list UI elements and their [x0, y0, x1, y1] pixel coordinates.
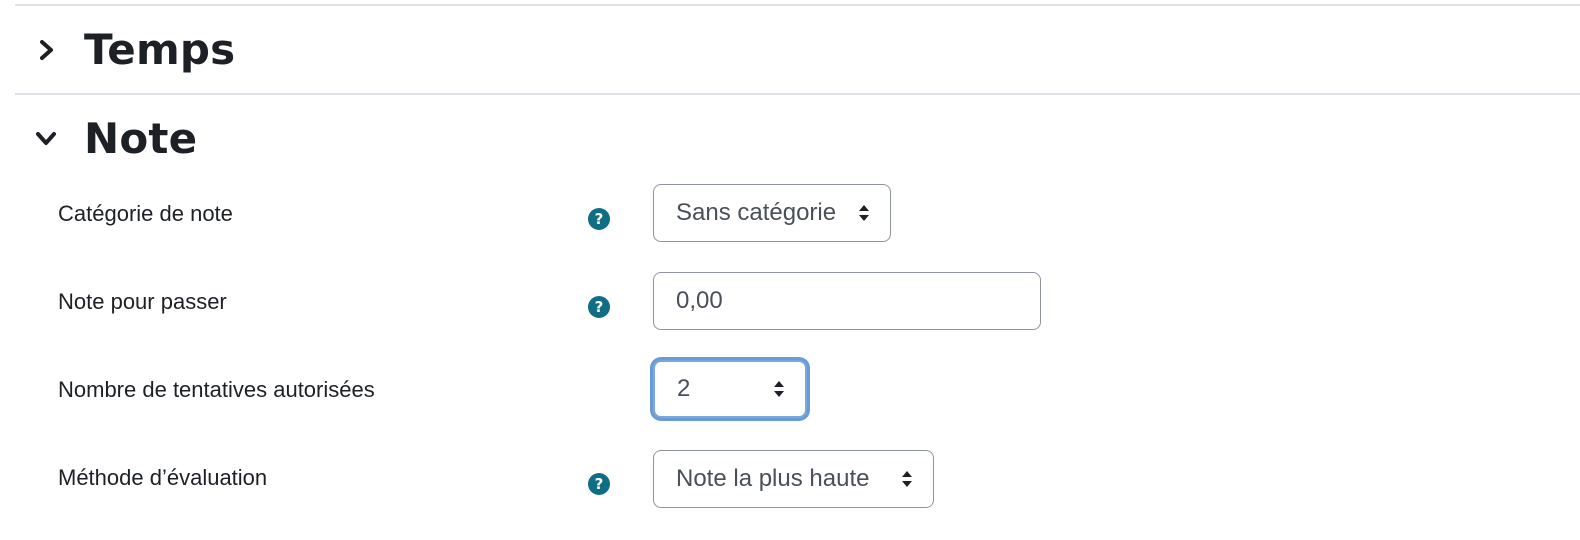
chevron-right-icon[interactable]: [30, 34, 62, 66]
grade-category-label: Catégorie de note: [58, 201, 233, 226]
chevron-down-icon[interactable]: [30, 123, 62, 155]
grade-category-select[interactable]: Sans catégorie: [653, 184, 891, 242]
form-row-grade-category: Catégorie de note ? Sans catégorie: [0, 184, 1580, 246]
form-row-grading-method: Méthode d’évaluation ? Note la plus haut…: [0, 450, 1580, 512]
pass-grade-value: 0,00: [676, 287, 723, 314]
section-title-note[interactable]: Note: [84, 114, 197, 163]
top-divider: [15, 4, 1580, 6]
help-icon[interactable]: ?: [588, 473, 610, 495]
grading-method-label: Méthode d’évaluation: [58, 465, 268, 490]
select-arrows-icon: [774, 381, 784, 397]
pass-grade-label: Note pour passer: [58, 289, 227, 314]
section-header-note[interactable]: Note: [30, 114, 197, 163]
form-row-pass-grade: Note pour passer ? 0,00: [0, 272, 1580, 334]
grading-method-select[interactable]: Note la plus haute: [653, 450, 934, 508]
grade-category-value: Sans catégorie: [676, 199, 837, 226]
attempts-label: Nombre de tentatives autorisées: [58, 377, 375, 402]
help-icon[interactable]: ?: [588, 296, 610, 318]
section-title-temps[interactable]: Temps: [84, 25, 235, 74]
grading-method-value: Note la plus haute: [676, 465, 870, 492]
select-arrows-icon: [902, 471, 912, 487]
section-header-temps[interactable]: Temps: [30, 25, 235, 74]
attempts-value: 2: [677, 375, 691, 402]
help-icon[interactable]: ?: [588, 208, 610, 230]
select-arrows-icon: [859, 205, 869, 221]
section-divider: [15, 93, 1580, 95]
pass-grade-input[interactable]: 0,00: [653, 272, 1041, 330]
attempts-select[interactable]: 2: [653, 360, 807, 418]
form-row-attempts: Nombre de tentatives autorisées 2: [0, 360, 1580, 422]
